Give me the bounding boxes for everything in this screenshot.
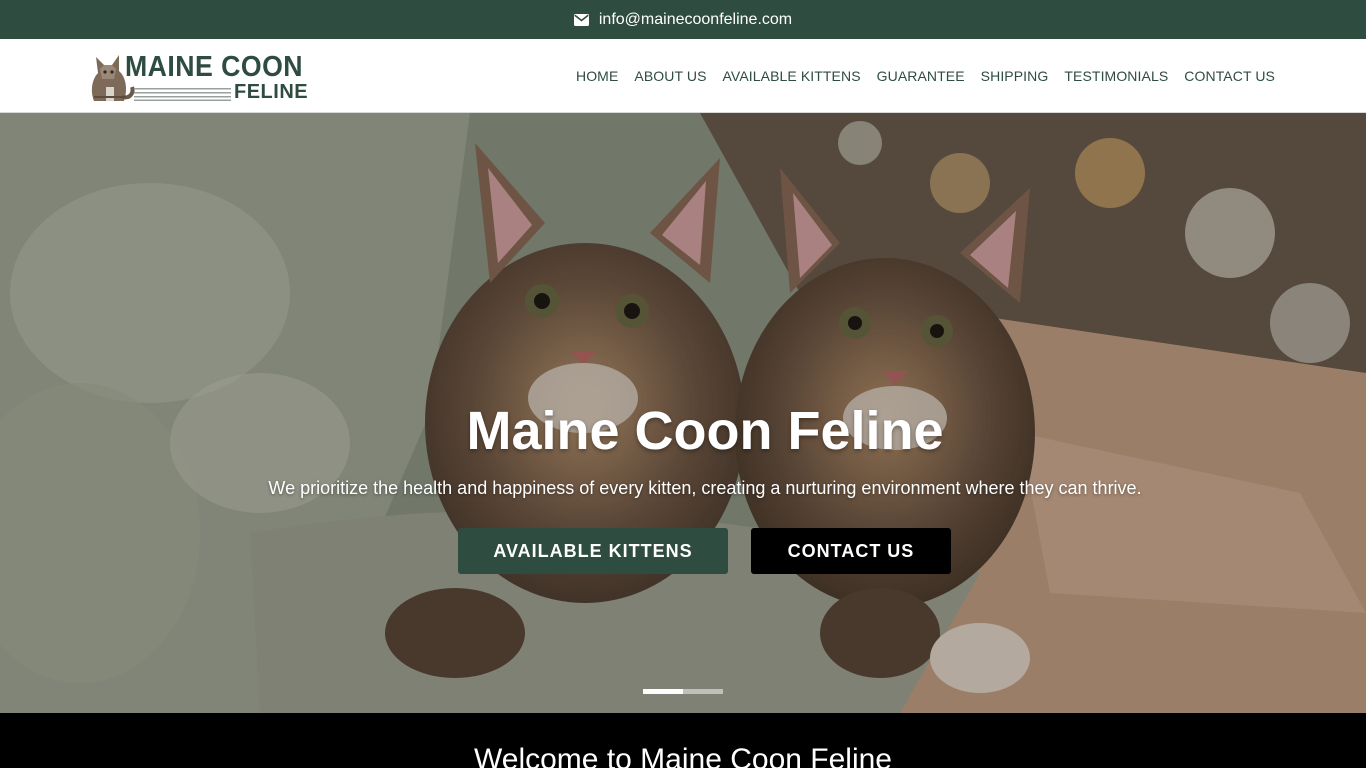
nav-item-testimonials[interactable]: TESTIMONIALS — [1064, 68, 1168, 84]
hero-content: Maine Coon Feline We prioritize the heal… — [0, 113, 1366, 713]
main-nav: HOME ABOUT US AVAILABLE KITTENS GUARANTE… — [576, 39, 1275, 113]
envelope-icon — [573, 13, 589, 26]
nav-item-shipping[interactable]: SHIPPING — [981, 68, 1049, 84]
slider-dot-1[interactable] — [643, 689, 683, 694]
logo-text-primary: MAINE COON — [125, 51, 304, 83]
nav-item-about-us[interactable]: ABOUT US — [634, 68, 706, 84]
nav-item-home[interactable]: HOME — [576, 68, 618, 84]
available-kittens-button[interactable]: AVAILABLE KITTENS — [458, 528, 728, 574]
site-header: MAINE COON FELINE HOME ABOUT US AVAILABL… — [0, 39, 1366, 113]
nav-item-guarantee[interactable]: GUARANTEE — [877, 68, 965, 84]
hero-title: Maine Coon Feline — [466, 401, 944, 461]
site-logo[interactable]: MAINE COON FELINE — [84, 47, 308, 105]
contact-us-button[interactable]: CONTACT US — [751, 528, 951, 574]
logo-text-secondary: FELINE — [234, 81, 309, 103]
nav-item-contact-us[interactable]: CONTACT US — [1184, 68, 1275, 84]
hero-slider: Maine Coon Feline We prioritize the heal… — [0, 113, 1366, 713]
nav-item-available-kittens[interactable]: AVAILABLE KITTENS — [723, 68, 861, 84]
top-contact-bar: info@mainecoonfeline.com — [0, 0, 1366, 39]
welcome-title: Welcome to Maine Coon Feline — [474, 743, 892, 768]
hero-subtitle: We prioritize the health and happiness o… — [268, 478, 1142, 498]
slider-dot-2[interactable] — [683, 689, 723, 694]
slider-pagination — [643, 689, 723, 694]
logo-stripes — [134, 88, 231, 101]
welcome-section: Welcome to Maine Coon Feline — [0, 713, 1366, 768]
contact-email-link[interactable]: info@mainecoonfeline.com — [599, 11, 792, 29]
